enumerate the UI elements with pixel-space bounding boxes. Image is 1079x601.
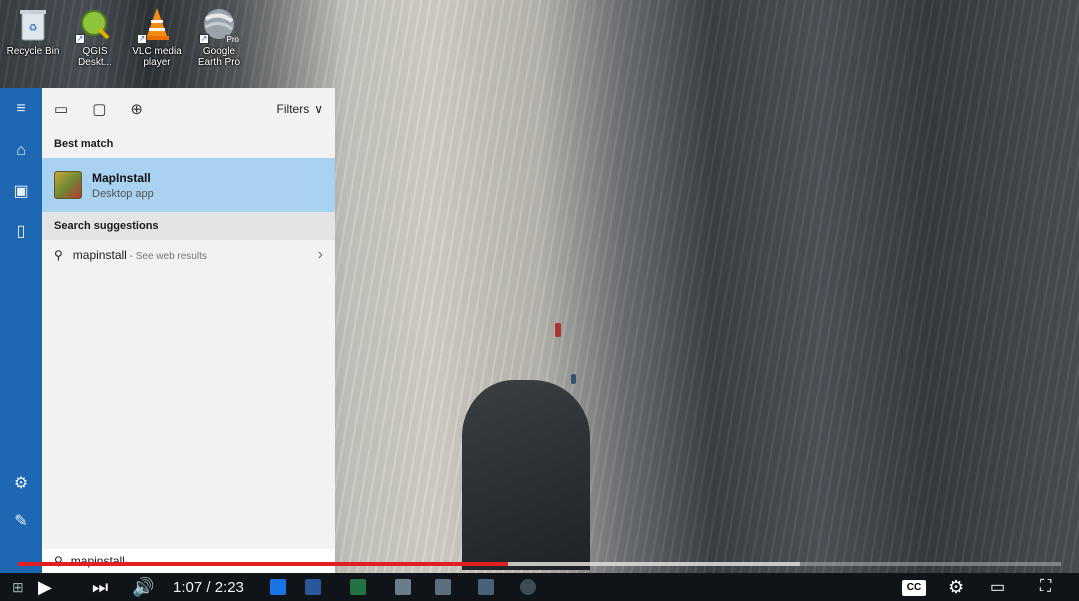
qgis-icon: ↗ — [75, 4, 113, 44]
notebook-icon[interactable]: ▣ — [0, 176, 42, 206]
feedback-icon[interactable]: ✎ — [0, 506, 42, 536]
skype-taskbar-icon[interactable] — [270, 579, 286, 595]
settings-gear-icon[interactable]: ⚙ — [948, 574, 964, 600]
miniplayer-icon[interactable]: ▭ — [990, 574, 1005, 600]
desktop-icon-label: Recycle Bin — [6, 46, 60, 57]
desktop-icon-vlc[interactable]: ↗ VLC media player — [128, 4, 186, 82]
app-taskbar-icon[interactable] — [520, 579, 536, 595]
shortcut-arrow-icon: ↗ — [199, 34, 209, 44]
chevron-right-icon: › — [317, 246, 323, 263]
suggestion-hint: - See web results — [126, 251, 207, 262]
web-suggestion-item[interactable]: ⚲ mapinstall - See web results › — [42, 240, 335, 270]
shortcut-arrow-icon: ↗ — [137, 34, 147, 44]
word-taskbar-icon[interactable] — [305, 579, 321, 595]
recycle-bin-icon: ♻ — [15, 4, 51, 44]
volume-button[interactable]: 🔊 — [132, 574, 154, 600]
home-icon[interactable]: ⌂ — [0, 136, 42, 166]
start-search-box[interactable]: ⚲ mapinstall — [42, 549, 335, 573]
filters-label: Filters — [276, 102, 310, 116]
excel-taskbar-icon[interactable] — [350, 579, 366, 595]
app-taskbar-icon[interactable] — [395, 579, 411, 595]
filters-button[interactable]: Filters ∨ — [277, 102, 323, 116]
windows-start-icon[interactable]: ⊞ — [12, 574, 24, 600]
search-icon: ⚲ — [54, 248, 63, 262]
desktop-icons: ♻ Recycle Bin ↗ QGIS Deskt... ↗ VLC medi… — [4, 4, 248, 82]
desktop-icon-recycle-bin[interactable]: ♻ Recycle Bin — [4, 4, 62, 82]
progress-played — [18, 562, 509, 566]
google-earth-icon: ↗ Pro — [199, 4, 241, 44]
best-match-result[interactable]: MapInstall Desktop app — [42, 158, 335, 212]
video-progress-bar[interactable] — [18, 562, 1061, 566]
wallpaper-climber — [571, 374, 576, 384]
search-results-panel: ▭ ▢ ⊕ Filters ∨ Best match MapInstall De… — [42, 88, 335, 573]
wallpaper-climber — [555, 323, 561, 337]
desktop-icon-qgis[interactable]: ↗ QGIS Deskt... — [66, 4, 124, 82]
desktop-icon-label: Google Earth Pro — [197, 46, 241, 68]
app-name: MapInstall — [92, 170, 151, 185]
apps-scope-icon[interactable]: ▭ — [54, 100, 68, 118]
start-menu-rail: ≡ ⌂ ▣ ▯ ⚙ ✎ — [0, 88, 42, 573]
fullscreen-icon[interactable]: ⛶ — [1040, 574, 1051, 600]
vlc-icon: ↗ — [137, 4, 175, 44]
documents-scope-icon[interactable]: ▢ — [92, 100, 106, 118]
app-taskbar-icon[interactable] — [435, 579, 451, 595]
next-button[interactable]: ⏭ — [92, 574, 108, 600]
shortcut-arrow-icon: ↗ — [75, 34, 85, 44]
device-icon[interactable]: ▯ — [0, 216, 42, 246]
time-display: 1:07 / 2:23 — [173, 579, 244, 596]
suggestion-query: mapinstall — [72, 248, 127, 262]
search-suggestions-heading: Search suggestions — [42, 212, 335, 240]
hamburger-menu-icon[interactable]: ≡ — [0, 94, 42, 124]
app-type: Desktop app — [92, 187, 154, 200]
search-scope-toolbar: ▭ ▢ ⊕ Filters ∨ — [42, 88, 335, 130]
captions-button[interactable]: CC — [902, 580, 926, 596]
desktop-icon-google-earth[interactable]: ↗ Pro Google Earth Pro — [190, 4, 248, 82]
best-match-heading: Best match — [54, 138, 114, 150]
chevron-down-icon: ∨ — [314, 102, 323, 116]
desktop-icon-label: VLC media player — [132, 46, 182, 68]
pro-badge: Pro — [224, 35, 241, 44]
svg-text:♻: ♻ — [29, 23, 38, 34]
web-scope-icon[interactable]: ⊕ — [130, 100, 143, 118]
play-button[interactable]: ▶ — [38, 574, 52, 600]
wallpaper-rock — [462, 380, 590, 570]
desktop-icon-label: QGIS Deskt... — [78, 46, 112, 68]
app-taskbar-icon[interactable] — [478, 579, 494, 595]
mapinstall-app-icon — [54, 171, 82, 199]
settings-icon[interactable]: ⚙ — [0, 468, 42, 498]
